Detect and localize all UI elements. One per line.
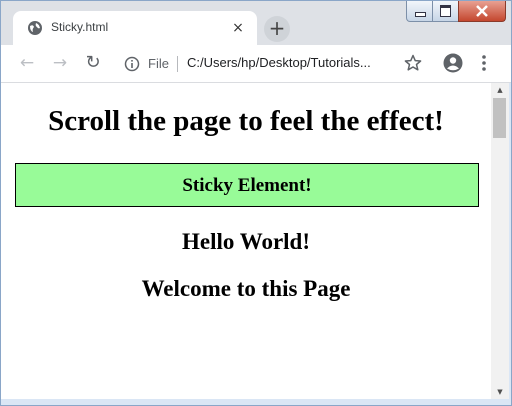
omnibox-divider <box>177 56 178 72</box>
title-bar: Sticky.html × + <box>1 1 511 45</box>
reload-button[interactable]: ↻ <box>83 53 103 73</box>
scroll-down-arrow-icon[interactable]: ▼ <box>491 385 509 399</box>
welcome-heading: Welcome to this Page <box>141 276 351 301</box>
menu-icon[interactable] <box>479 54 489 72</box>
vertical-scrollbar[interactable]: ▲ ▼ <box>491 83 509 399</box>
tab-title: Sticky.html <box>51 20 109 34</box>
back-button[interactable]: ← <box>17 53 37 73</box>
scroll-up-arrow-icon[interactable]: ▲ <box>491 83 509 97</box>
url-text[interactable]: C:/Users/hp/Desktop/Tutorials... <box>187 55 371 70</box>
page-heading: Scroll the page to feel the effect! <box>48 105 444 137</box>
hello-heading: Hello World! <box>182 229 310 254</box>
globe-icon <box>28 21 42 35</box>
tab-close-icon[interactable]: × <box>229 19 247 37</box>
maximize-icon <box>440 5 451 17</box>
minimize-icon <box>415 12 426 17</box>
browser-window: Sticky.html × + ← → ↻ File C:/Users/hp/D… <box>0 0 512 406</box>
page-content: Scroll the page to feel the effect! Stic… <box>1 83 491 399</box>
address-bar[interactable]: File C:/Users/hp/Desktop/Tutorials... <box>113 49 435 78</box>
star-icon[interactable] <box>404 54 422 72</box>
tab-sticky[interactable]: Sticky.html × <box>13 11 257 45</box>
info-icon[interactable] <box>124 56 140 72</box>
forward-button[interactable]: → <box>50 53 70 73</box>
browser-toolbar: ← → ↻ File C:/Users/hp/Desktop/Tutorials… <box>1 45 511 83</box>
close-window-button[interactable] <box>458 1 506 22</box>
minimize-button[interactable] <box>406 1 434 22</box>
scroll-thumb[interactable] <box>493 98 506 138</box>
account-icon[interactable] <box>443 53 463 73</box>
maximize-button[interactable] <box>432 1 460 22</box>
file-label: File <box>148 56 169 71</box>
close-icon <box>476 5 488 17</box>
sticky-element: Sticky Element! <box>15 163 479 207</box>
new-tab-button[interactable]: + <box>264 16 290 42</box>
